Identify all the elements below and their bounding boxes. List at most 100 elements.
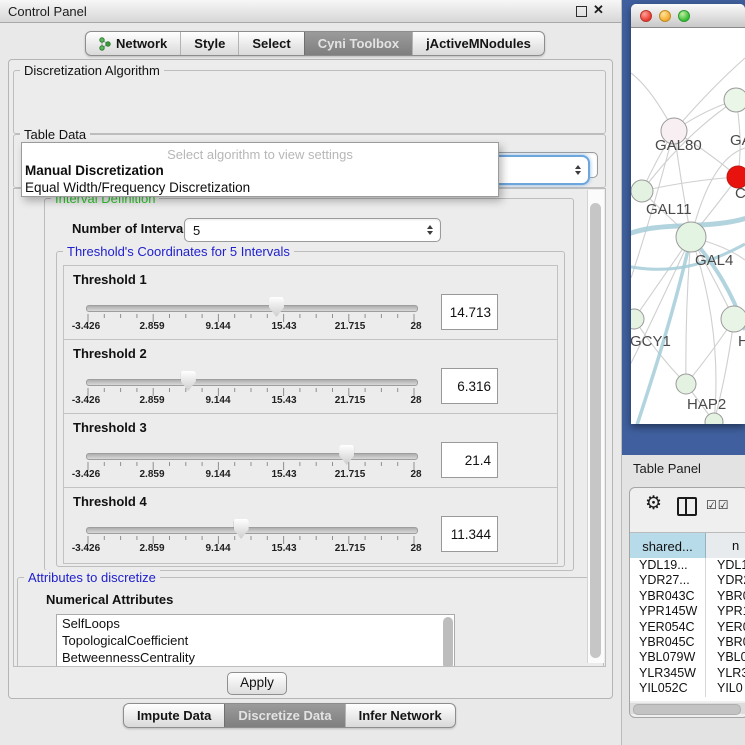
cyni-toolbox-panel: Discretization Algorithm Select algorith… xyxy=(8,59,613,699)
settings-scroll-group: Interval Definition Number of Intervals … xyxy=(13,188,606,667)
cyni-bottom-tabs: Impute DataDiscretize DataInfer Network xyxy=(123,703,456,728)
threshold-panel: Threshold 2-3.4262.8599.14415.4321.71528 xyxy=(63,339,558,416)
table-header: shared... n xyxy=(630,532,745,560)
close-icon[interactable]: ✕ xyxy=(593,2,604,18)
network-node[interactable] xyxy=(676,222,706,252)
slider-track[interactable] xyxy=(86,453,418,460)
threshold-value-field[interactable] xyxy=(441,368,498,404)
vertical-scrollbar[interactable] xyxy=(587,190,604,663)
threshold-value-field[interactable] xyxy=(441,294,498,330)
threshold-label: Threshold 1 xyxy=(73,272,147,287)
threshold-coordinates-title: Threshold's Coordinates for 5 Intervals xyxy=(63,244,294,259)
slider-tick-labels: -3.4262.8599.14415.4321.71528 xyxy=(86,469,416,481)
control-panel-tabs: NetworkStyleSelectCyni ToolboxjActiveMNo… xyxy=(85,31,545,56)
table-row[interactable]: YBR045CYBR0 xyxy=(630,635,745,650)
mac-minimize-icon[interactable] xyxy=(659,10,671,22)
table-row[interactable]: YBL079WYBL0 xyxy=(630,650,745,665)
slider-track[interactable] xyxy=(86,305,418,312)
table-row[interactable]: YER054CYER0 xyxy=(630,620,745,635)
network-icon xyxy=(99,37,111,51)
window-title: Control Panel xyxy=(8,4,87,19)
network-canvas[interactable]: GAL80GACGAL11GAL4GCY1HHAP2 xyxy=(631,28,745,424)
network-node[interactable] xyxy=(676,374,696,394)
network-view-window: GAL80GACGAL11GAL4GCY1HHAP2 xyxy=(631,4,745,424)
network-node[interactable] xyxy=(631,180,653,202)
discretization-algorithm-title: Discretization Algorithm xyxy=(20,63,164,78)
node-label: GCY1 xyxy=(631,333,671,350)
threshold-label: Threshold 4 xyxy=(73,494,147,509)
threshold-panel: Threshold 4 -3.4262.8599.14415.4321.71528 xyxy=(63,487,558,564)
algorithm-dropdown-popup: Select algorithm to view settings Manual… xyxy=(21,142,499,197)
slider-track[interactable] xyxy=(86,379,418,386)
table-rows: YDL19...YDL1YDR27...YDR2YBR043CYBR0YPR14… xyxy=(630,558,745,701)
checkboxes-icon[interactable]: ☑☑ xyxy=(706,498,730,512)
threshold-label: Threshold 3 xyxy=(73,420,147,435)
node-label: GAL80 xyxy=(655,137,702,154)
table-row[interactable]: YPR145WYPR1 xyxy=(630,604,745,619)
numerical-attributes-label: Numerical Attributes xyxy=(46,592,173,607)
threshold-coordinates-group: Threshold's Coordinates for 5 Intervals … xyxy=(56,251,565,567)
threshold-value-field[interactable] xyxy=(441,516,498,552)
network-window-titlebar xyxy=(631,4,745,28)
slider-tick-labels: -3.4262.8599.14415.4321.71528 xyxy=(86,543,416,555)
attributes-title: Attributes to discretize xyxy=(24,570,160,585)
table-row[interactable]: YBR043CYBR0 xyxy=(630,589,745,604)
attribute-item[interactable]: TopologicalCoefficient xyxy=(57,632,454,649)
slider-tick-labels: -3.4262.8599.14415.4321.71528 xyxy=(86,395,416,407)
attributes-group: Attributes to discretize Numerical Attri… xyxy=(17,577,604,667)
attribute-item[interactable]: SelfLoops xyxy=(57,615,454,632)
tab-network[interactable]: Network xyxy=(86,32,180,55)
network-node[interactable] xyxy=(705,413,723,424)
right-pane: GAL80GACGAL11GAL4GCY1HHAP2 Table Panel ⚙… xyxy=(622,0,745,745)
spinner-arrows-icon[interactable] xyxy=(427,225,433,235)
table-row[interactable]: YDL19...YDL1 xyxy=(630,558,745,573)
split-columns-icon[interactable] xyxy=(677,497,697,516)
network-node[interactable] xyxy=(631,309,644,329)
network-edge[interactable] xyxy=(642,177,738,191)
table-panel: ⚙ ☑☑ shared... n YDL19...YDL1YDR27...YDR… xyxy=(629,487,745,718)
window-titlebar: Control Panel ✕ xyxy=(0,0,621,23)
table-data-title: Table Data xyxy=(20,127,90,142)
number-of-intervals-combobox[interactable]: 5 xyxy=(184,218,441,242)
float-window-icon[interactable] xyxy=(576,6,587,17)
tab-jactivemnodules[interactable]: jActiveMNodules xyxy=(412,32,544,55)
table-row[interactable]: YDR27...YDR2 xyxy=(630,573,745,588)
list-scrollbar[interactable] xyxy=(443,617,453,667)
network-node[interactable] xyxy=(724,88,745,112)
attribute-item[interactable]: BetweennessCentrality xyxy=(57,649,454,666)
mac-zoom-icon[interactable] xyxy=(678,10,690,22)
tab-infer-network[interactable]: Infer Network xyxy=(345,704,455,727)
node-label: GAL11 xyxy=(646,201,692,218)
tab-discretize-data[interactable]: Discretize Data xyxy=(224,704,344,727)
dropdown-option[interactable]: Equal Width/Frequency Discretization xyxy=(22,179,498,196)
table-row[interactable]: YIL052CYIL0 xyxy=(630,681,745,696)
gear-icon[interactable]: ⚙ xyxy=(645,492,662,515)
tab-impute-data[interactable]: Impute Data xyxy=(124,704,224,727)
number-of-intervals-label: Number of Intervals xyxy=(72,221,194,236)
threshold-panel: Threshold 3 -3.4262.8599.14415.4321.71528 xyxy=(63,413,558,490)
interval-definition-group: Interval Definition Number of Intervals … xyxy=(44,198,574,571)
tab-cyni-toolbox[interactable]: Cyni Toolbox xyxy=(304,32,412,55)
table-panel-title: Table Panel xyxy=(633,461,701,476)
node-label: HAP2 xyxy=(687,396,726,413)
mac-close-icon[interactable] xyxy=(640,10,652,22)
dropdown-option[interactable]: Manual Discretization xyxy=(22,162,498,179)
apply-button[interactable]: Apply xyxy=(227,672,287,695)
threshold-value-field[interactable] xyxy=(441,442,498,478)
column-header-name[interactable]: n xyxy=(706,533,745,559)
dropdown-options: Manual DiscretizationEqual Width/Frequen… xyxy=(22,162,498,196)
numerical-attributes-list[interactable]: SelfLoopsTopologicalCoefficientBetweenne… xyxy=(56,614,455,667)
network-node[interactable] xyxy=(721,306,745,332)
number-of-intervals-value: 5 xyxy=(193,223,200,238)
horizontal-scrollbar[interactable] xyxy=(630,703,745,714)
tab-style[interactable]: Style xyxy=(180,32,238,55)
node-label: H xyxy=(738,333,745,350)
slider-tick-labels: -3.4262.8599.14415.4321.71528 xyxy=(86,321,416,333)
table-row[interactable]: YLR345WYLR3 xyxy=(630,666,745,681)
network-edge-thick[interactable] xyxy=(637,237,691,424)
slider-track[interactable] xyxy=(86,527,418,534)
spinner-arrows-icon[interactable] xyxy=(575,165,581,175)
column-header-shared-name[interactable]: shared... xyxy=(630,533,706,559)
tab-select[interactable]: Select xyxy=(238,32,303,55)
discretization-algorithm-group: Discretization Algorithm xyxy=(13,70,606,134)
